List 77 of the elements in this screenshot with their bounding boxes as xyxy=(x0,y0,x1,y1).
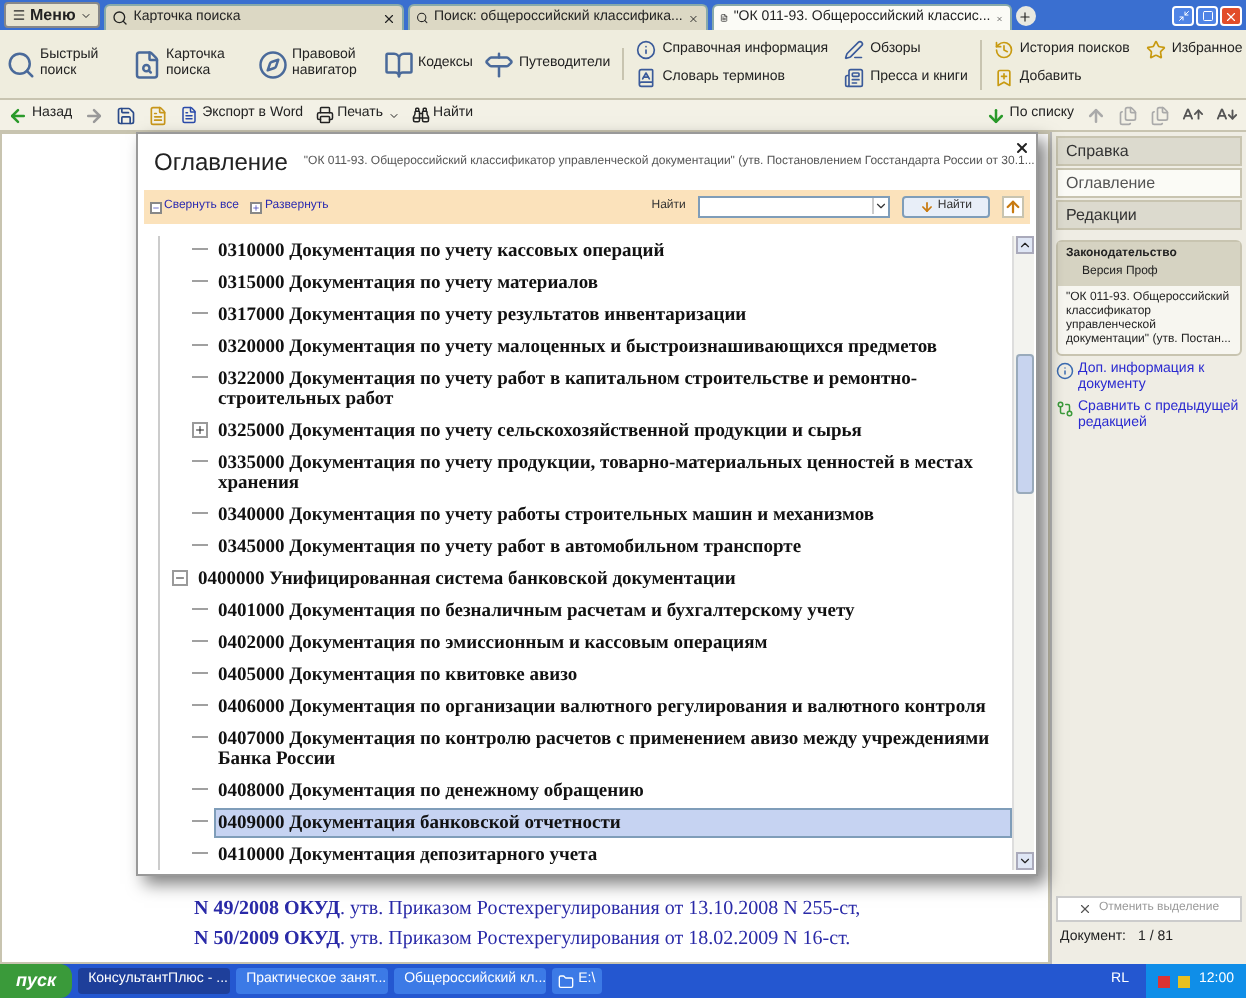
close-icon[interactable] xyxy=(381,11,396,25)
arrow-down-icon xyxy=(919,200,934,214)
compare-icon xyxy=(1056,400,1074,418)
search-field[interactable] xyxy=(697,196,890,218)
save-icon[interactable] xyxy=(116,105,137,125)
newspaper-icon xyxy=(844,68,865,89)
printer-icon xyxy=(315,106,334,124)
tree-item[interactable]: 0405000 Документация по квитовке авизо xyxy=(214,660,1012,690)
compass-icon xyxy=(258,49,288,79)
document-text: N 50/2009 ОКУД. утв. Приказом Ростехрегулирования от 18.02.2009 N 16-ст. xyxy=(194,926,853,954)
arrow-left-icon xyxy=(8,105,28,125)
scroll-down-icon[interactable] xyxy=(1015,852,1033,870)
menu-button[interactable]: Меню xyxy=(4,2,100,28)
panel-tab[interactable]: Оглавление xyxy=(1056,168,1242,198)
document-icon xyxy=(719,10,728,26)
dictionary-icon xyxy=(636,68,657,89)
tree-item[interactable]: 0320000 Документация по учету малоценных и быстроизнашивающихся предметов xyxy=(214,332,1012,362)
cross-icon xyxy=(1078,901,1093,915)
tree-item[interactable]: 0325000 Документация по учету сельскохозяйственной продукции и сырья xyxy=(214,416,1012,446)
expand-icon[interactable] xyxy=(192,421,208,437)
info-icon xyxy=(636,39,657,60)
tree-item[interactable]: 0406000 Документация по организации валютного регулирования и валютного контроля xyxy=(214,692,1012,722)
tree-item[interactable]: 0315000 Документация по учету материалов xyxy=(214,268,1012,298)
documents-icon[interactable] xyxy=(1150,105,1170,125)
tree-item[interactable]: 0345000 Документация по учету работ в автомобильном транспорте xyxy=(214,532,1012,562)
documents-icon[interactable] xyxy=(1118,105,1138,125)
search-icon xyxy=(415,10,428,26)
expand-icon xyxy=(250,201,263,213)
star-icon xyxy=(1145,39,1166,60)
panel-tab[interactable]: Редакции xyxy=(1056,200,1242,230)
arrow-down-icon xyxy=(985,105,1006,125)
tree-item[interactable]: 0401000 Документация по безналичным расчетам и бухгалтерскому учету xyxy=(214,596,1012,626)
font-decrease-icon[interactable] xyxy=(1216,104,1238,126)
folder-icon xyxy=(558,973,575,989)
tree-item[interactable]: 0402000 Документация по эмиссионным и кассовым операциям xyxy=(214,628,1012,658)
up-icon[interactable] xyxy=(1002,196,1024,218)
document-icon[interactable] xyxy=(148,105,169,125)
menu-icon xyxy=(12,8,26,22)
collapse-icon xyxy=(150,201,162,213)
up-icon[interactable] xyxy=(1086,105,1106,125)
search-card-icon xyxy=(132,49,162,79)
history-icon xyxy=(993,39,1014,60)
search-icon xyxy=(111,10,128,26)
collapse-icon[interactable] xyxy=(172,569,188,585)
dialog-title: Оглавление xyxy=(154,146,288,180)
panel-tab[interactable]: Справка xyxy=(1056,136,1242,166)
book-icon xyxy=(384,49,414,79)
tree-item[interactable]: 0409000 Документация банковской отчетности xyxy=(214,808,1012,838)
caret-icon xyxy=(387,109,400,121)
close-icon[interactable] xyxy=(1014,140,1030,156)
start-button[interactable]: пуск xyxy=(0,964,73,998)
minimize-icon[interactable] xyxy=(1172,6,1194,26)
pen-icon xyxy=(844,39,865,60)
scroll-up-icon[interactable] xyxy=(1015,236,1033,254)
tree-item[interactable]: 0322000 Документация по учету работ в капитальном строительстве и ремонтно-строительных работ xyxy=(214,364,1012,414)
binoculars-icon xyxy=(411,106,430,124)
info-icon xyxy=(1056,362,1074,380)
font-increase-icon[interactable] xyxy=(1182,104,1204,126)
dropdown-icon[interactable] xyxy=(871,198,888,214)
forward-icon[interactable] xyxy=(84,105,105,125)
tree-item[interactable]: 0400000 Унифицированная система банковской документации xyxy=(194,564,1012,594)
tree-item[interactable]: 0317000 Документация по учету результатов инвентаризации xyxy=(214,300,1012,330)
document-text: N 49/2008 ОКУД. утв. Приказом Ростехрегулирования от 13.10.2008 N 255-ст, xyxy=(194,896,863,924)
search-icon xyxy=(6,49,36,79)
tree-item[interactable]: 0310000 Документация по учету кассовых операций xyxy=(214,236,1012,266)
signpost-icon xyxy=(484,49,515,79)
tree-item[interactable]: 0340000 Документация по учету работы строительных машин и механизмов xyxy=(214,500,1012,530)
caret-icon xyxy=(79,9,92,21)
word-document-icon xyxy=(180,106,199,124)
maximize-icon[interactable] xyxy=(1196,6,1218,26)
tree-item[interactable]: 0410000 Документация депозитарного учета xyxy=(214,840,1012,870)
scroll-thumb[interactable] xyxy=(1015,354,1033,494)
tree-item[interactable]: 0335000 Документация по учету продукции, товарно-материальных ценностей в местах хранения xyxy=(214,448,1012,498)
tree-item[interactable]: 0408000 Документация по денежному обращению xyxy=(214,776,1012,806)
bookmark-plus-icon xyxy=(993,68,1014,89)
new-tab-icon[interactable] xyxy=(1015,6,1036,26)
tree-item[interactable]: 0407000 Документация по контролю расчетов с применением авизо между учреждениями Банка России xyxy=(214,724,1012,774)
